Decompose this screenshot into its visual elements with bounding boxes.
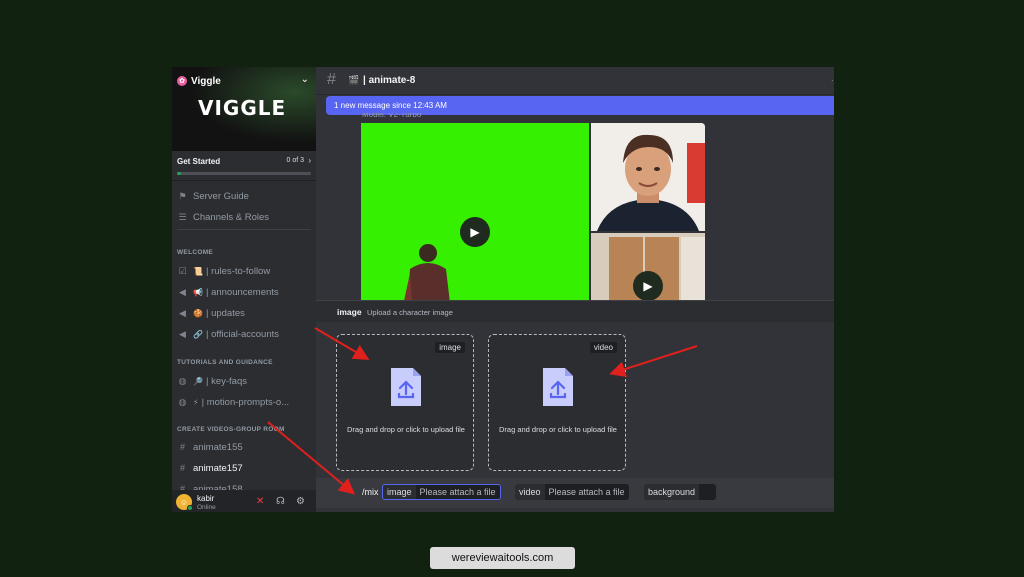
megaphone-icon: ◀	[179, 286, 186, 297]
channel-name: | rules-to-follow	[205, 265, 271, 277]
message-text: Model: V2-Turbo	[362, 113, 422, 119]
image-attachment-boy[interactable]	[591, 123, 705, 231]
slash-command-input[interactable]: /mix image Please attach a file video Pl…	[316, 478, 834, 508]
online-status-dot	[187, 505, 193, 511]
server-banner: ✿ Viggle ⌄ VIGGLE	[172, 67, 316, 151]
channel-header: # 🎬 | animate-8 ·	[316, 67, 834, 95]
server-header[interactable]: ✿ Viggle ⌄	[177, 74, 311, 88]
rules-channel-icon: ☑	[178, 265, 187, 276]
option-description: Upload a character image	[367, 308, 453, 317]
divider	[177, 229, 311, 230]
forum-icon: ◍	[178, 375, 187, 386]
channel-name: | official-accounts	[205, 328, 280, 340]
user-panel: ☺ kabir Online ✕ ☊ ⚙	[172, 490, 316, 512]
gear-icon[interactable]: ⚙	[296, 496, 305, 507]
cookie-emoji-icon: 🍪	[193, 308, 203, 318]
channel-name: | motion-prompts-o...	[201, 396, 290, 408]
get-started-panel[interactable]: Get Started 0 of 3 ›	[172, 151, 316, 181]
option-name: image	[337, 307, 362, 317]
param-key: image	[387, 487, 412, 497]
play-icon[interactable]: ▶	[633, 271, 663, 300]
sidebar-item-label: Server Guide	[193, 190, 249, 202]
boy-photo	[591, 123, 705, 231]
image-upload-dropzone[interactable]: image Drag and drop or click to upload f…	[336, 334, 474, 471]
upload-file-icon	[543, 368, 573, 406]
channel-title: | animate-8	[363, 75, 416, 86]
person-figure	[404, 244, 450, 300]
chat-area: # 🎬 | animate-8 · 1 new message since 12…	[316, 67, 834, 512]
channel-name: | announcements	[205, 286, 279, 298]
command-option-hint: image Upload a character image	[316, 300, 834, 322]
get-started-count: 0 of 3	[286, 157, 304, 164]
server-sidebar: ✿ Viggle ⌄ VIGGLE Get Started 0 of 3 › ⚑…	[172, 67, 316, 512]
upload-tag: image	[435, 342, 465, 353]
category-tutorials[interactable]: TUTORIALS AND GUIDANCE	[177, 359, 273, 366]
param-video[interactable]: video Please attach a file	[515, 484, 629, 500]
video-upload-dropzone[interactable]: video Drag and drop or click to upload f…	[488, 334, 626, 471]
category-welcome[interactable]: WELCOME	[177, 249, 213, 256]
upload-instructions: Drag and drop or click to upload file	[499, 425, 617, 434]
param-image[interactable]: image Please attach a file	[382, 484, 501, 500]
chevron-right-icon: ›	[308, 156, 311, 165]
category-create-videos[interactable]: CREATE VIDEOS-GROUP ROOM	[177, 426, 285, 433]
video-attachment-room[interactable]: ▶	[591, 233, 705, 300]
param-key: background	[648, 487, 696, 497]
channel-name: | key-faqs	[205, 375, 247, 387]
channel-name: animate157	[193, 462, 243, 474]
more-icon[interactable]: ·	[831, 75, 834, 86]
forum-icon: ◍	[178, 396, 187, 407]
param-background[interactable]: background	[644, 484, 716, 500]
sidebar-item-server-guide[interactable]: ⚑ Server Guide	[177, 188, 313, 204]
server-logo: VIGGLE	[198, 96, 287, 120]
username: kabir	[197, 494, 215, 503]
channel-animate157[interactable]: # animate157	[177, 460, 313, 476]
get-started-label: Get Started	[177, 157, 221, 166]
loudspeaker-emoji-icon: 📢	[193, 287, 203, 297]
play-icon[interactable]: ▶	[460, 217, 490, 247]
lightning-emoji-icon: ⚡	[193, 397, 199, 407]
megaphone-icon: ◀	[179, 328, 186, 339]
param-value: Please attach a file	[415, 485, 500, 499]
magnifier-emoji-icon: 🔎	[193, 376, 203, 386]
chevron-down-icon[interactable]: ⌄	[301, 74, 309, 85]
channel-announcements[interactable]: ◀ 📢 | announcements	[177, 284, 313, 300]
site-watermark: wereviewaitools.com	[430, 547, 575, 569]
get-started-progress-fill	[177, 172, 181, 175]
hash-icon: #	[179, 442, 185, 452]
channel-official-accounts[interactable]: ◀ 🔗 | official-accounts	[177, 326, 313, 342]
hash-icon: #	[179, 463, 185, 473]
sidebar-item-label: Channels & Roles	[193, 211, 270, 223]
channel-animate155[interactable]: # animate155	[177, 439, 313, 455]
list-icon: ☰	[178, 211, 187, 222]
upload-instructions: Drag and drop or click to upload file	[347, 425, 465, 434]
megaphone-icon: ◀	[179, 307, 186, 318]
channel-rules-to-follow[interactable]: ☑ 📜 | rules-to-follow	[177, 263, 313, 279]
headphones-icon[interactable]: ☊	[276, 496, 285, 507]
param-value: Please attach a file	[544, 484, 629, 500]
clapper-emoji-icon: 🎬	[348, 75, 360, 85]
link-emoji-icon: 🔗	[193, 329, 203, 339]
channel-updates[interactable]: ◀ 🍪 | updates	[177, 305, 313, 321]
scroll-emoji-icon: 📜	[193, 266, 203, 276]
server-icon: ✿	[177, 76, 187, 86]
param-value	[699, 484, 716, 500]
sidebar-item-channels-roles[interactable]: ☰ Channels & Roles	[177, 209, 313, 225]
channel-name: | updates	[205, 307, 245, 319]
channel-motion-prompts[interactable]: ◍ ⚡ | motion-prompts-o...	[177, 394, 313, 410]
upload-tag: video	[589, 342, 617, 353]
discord-window: ✿ Viggle ⌄ VIGGLE Get Started 0 of 3 › ⚑…	[172, 67, 834, 512]
hash-icon: #	[327, 71, 336, 88]
command-name: /mix	[362, 487, 379, 497]
mute-mic-icon[interactable]: ✕	[256, 496, 264, 507]
get-started-progress	[177, 172, 311, 175]
upload-file-icon	[391, 368, 421, 406]
param-key: video	[519, 487, 541, 497]
channel-name: animate155	[193, 441, 243, 453]
server-name: Viggle	[191, 75, 221, 87]
video-attachment-greenscreen[interactable]: ▶	[361, 123, 589, 300]
channel-key-faqs[interactable]: ◍ 🔎 | key-faqs	[177, 373, 313, 389]
signpost-icon: ⚑	[178, 190, 187, 201]
user-status: Online	[197, 504, 216, 511]
